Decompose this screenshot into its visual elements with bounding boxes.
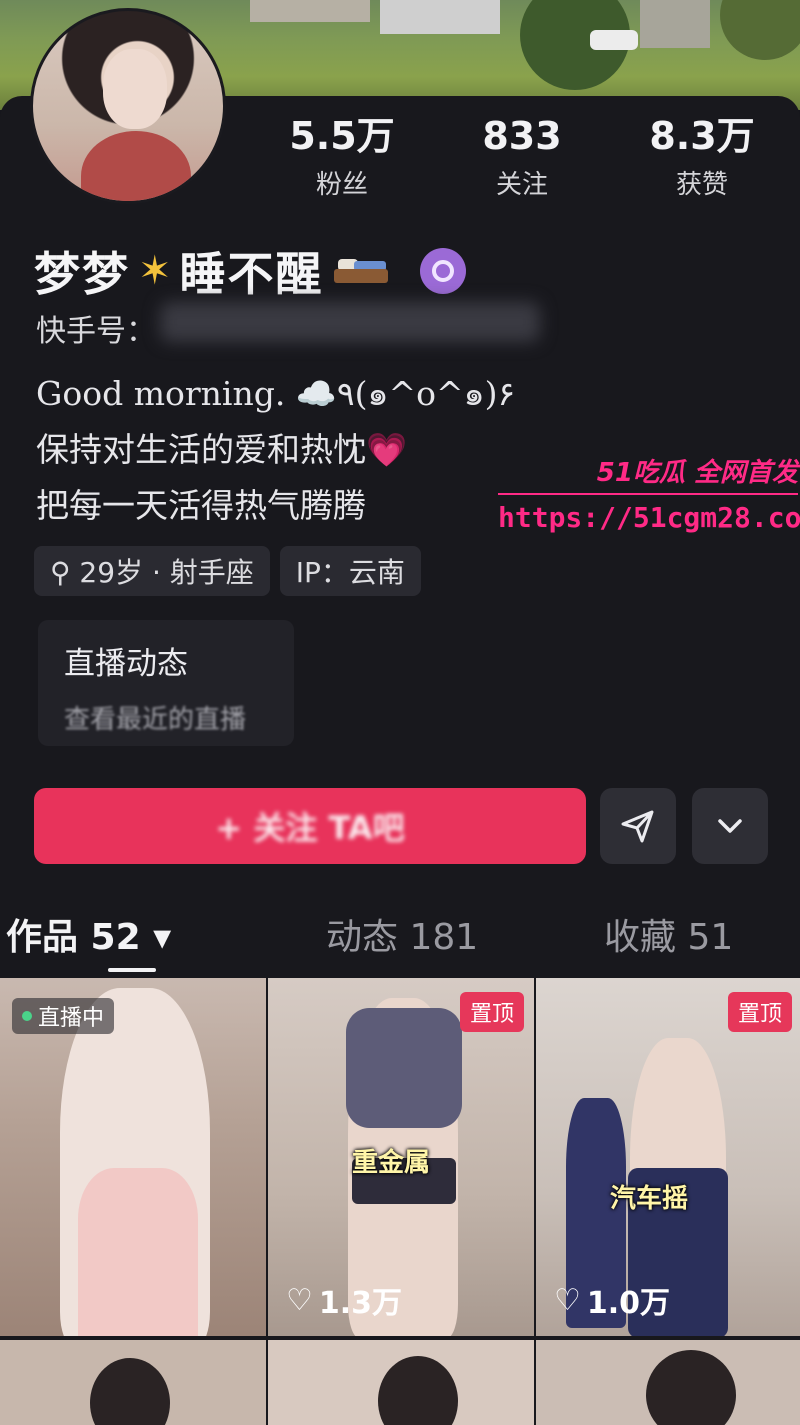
follow-button[interactable]: + 关注 TA吧	[34, 788, 586, 864]
nickname-part2: 睡不醒	[179, 247, 324, 301]
live-badge-label: 直播中	[38, 1006, 105, 1031]
shooting-star-icon: ✶	[138, 248, 172, 294]
stat-fans[interactable]: 5.5万 粉丝	[262, 114, 422, 201]
content-tabs: 作品 52 ▾ 动态 181 收藏 51	[0, 908, 800, 968]
profile-tags: ⚲ 29岁 · 射手座 IP：云南	[34, 546, 421, 596]
live-badge: 直播中	[12, 998, 115, 1034]
thumb-figure	[90, 1358, 170, 1425]
avatar-shoulder	[81, 131, 191, 201]
cover-building	[250, 0, 370, 22]
live-updates-card[interactable]: 直播动态 查看最近的直播	[38, 620, 294, 746]
chevron-down-icon	[718, 819, 742, 833]
stat-likes[interactable]: 8.3万 获赞	[622, 114, 782, 201]
thumb-figure	[378, 1356, 458, 1425]
heart-icon: ♡	[286, 1282, 313, 1318]
heart-icon: ♡	[554, 1282, 581, 1318]
likes-count: 1.0万	[586, 1286, 671, 1321]
cover-tree	[720, 0, 800, 60]
tab-moments[interactable]: 动态 181	[326, 908, 478, 960]
stat-following[interactable]: 833 关注	[442, 114, 602, 201]
watermark-divider	[498, 493, 798, 495]
video-thumb[interactable]	[268, 1340, 534, 1425]
live-card-title: 直播动态	[64, 646, 188, 682]
nickname-part1: 梦梦	[34, 247, 130, 301]
age-tag: ⚲ 29岁 · 射手座	[34, 546, 270, 596]
share-button[interactable]	[600, 788, 676, 864]
more-button[interactable]	[692, 788, 768, 864]
watermark-title: 51吃瓜 全网首发	[596, 458, 798, 488]
tab-active-indicator	[108, 968, 156, 972]
bio-line: 保持对生活的爱和热忱💗	[36, 430, 408, 469]
tab-works[interactable]: 作品 52 ▾	[6, 908, 171, 960]
follow-button-label: + 关注 TA吧	[215, 809, 405, 847]
pinned-badge: 置顶	[727, 992, 792, 1032]
stat-label: 关注	[495, 170, 548, 200]
thumb-likes: ♡ 1.3万	[286, 1278, 402, 1322]
bed-icon	[332, 251, 390, 291]
stat-label: 获赞	[675, 170, 728, 200]
nickname: 梦梦 ✶ 睡不醒	[34, 238, 466, 304]
bio-line: 把每一天活得热气腾腾	[36, 486, 366, 525]
thumb-figure	[78, 1168, 198, 1336]
cover-building	[640, 0, 710, 48]
likes-count: 1.3万	[318, 1286, 403, 1321]
avatar-face	[103, 49, 167, 129]
kuaishou-id-label: 快手号：	[36, 314, 156, 349]
live-card-subtitle: 查看最近的直播	[64, 705, 247, 735]
ip-tag: IP：云南	[279, 546, 421, 596]
stat-label: 粉丝	[315, 170, 368, 200]
tab-favorites[interactable]: 收藏 51	[604, 908, 733, 960]
cover-building	[380, 0, 500, 34]
live-dot-icon	[22, 1011, 32, 1021]
bio-line: Good morning. ☁️٩(๑^o^๑)۶	[36, 374, 516, 413]
video-thumb[interactable]: 置顶 重金属 ♡ 1.3万	[268, 978, 534, 1336]
cover-car	[590, 30, 638, 50]
verified-badge-icon[interactable]	[419, 248, 466, 294]
watermark-url: https://51cgm28.com	[498, 501, 800, 534]
thumb-caption: 重金属	[352, 1148, 431, 1178]
video-thumb[interactable]: 直播中	[0, 978, 266, 1336]
send-icon	[621, 810, 654, 843]
watermark: 51吃瓜 全网首发 https://51cgm28.com	[498, 452, 800, 534]
thumb-caption: 汽车摇	[610, 1184, 689, 1214]
stat-value: 5.5万	[289, 114, 395, 158]
stat-value: 833	[482, 114, 562, 158]
pinned-badge: 置顶	[459, 992, 524, 1032]
video-thumb[interactable]	[0, 1340, 266, 1425]
kuaishou-id-blurred	[160, 302, 540, 342]
thumb-likes: ♡ 1.0万	[554, 1278, 670, 1322]
stat-value: 8.3万	[649, 114, 755, 158]
avatar[interactable]	[30, 8, 226, 204]
video-thumb[interactable]	[536, 1340, 800, 1425]
thumb-figure	[646, 1350, 736, 1425]
thumb-figure	[346, 1008, 462, 1128]
profile-stats: 5.5万 粉丝 833 关注 8.3万 获赞	[262, 114, 782, 201]
bio: Good morning. ☁️٩(๑^o^๑)۶ 保持对生活的爱和热忱💗 把每…	[36, 366, 515, 534]
video-thumb[interactable]: 置顶 汽车摇 ♡ 1.0万	[536, 978, 800, 1336]
